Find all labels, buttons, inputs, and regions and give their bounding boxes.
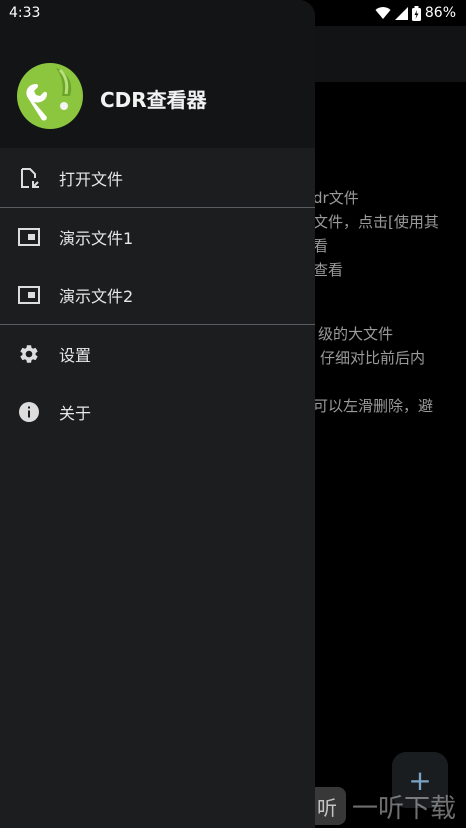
nav-item-label: 关于 <box>59 404 92 423</box>
watermark: 听 一听下载 <box>308 784 456 828</box>
wifi-icon <box>375 7 391 20</box>
gear-icon <box>17 342 41 366</box>
slideshow-icon <box>17 283 41 307</box>
background-text-line: 看 <box>313 237 329 255</box>
nav-item-label: 演示文件1 <box>59 229 134 248</box>
background-text-line: 级的大文件 <box>318 325 394 343</box>
nav-item-label: 演示文件2 <box>59 287 134 306</box>
cell-signal-icon <box>394 6 408 20</box>
nav-item-demo-file-2[interactable]: 演示文件2 <box>0 267 315 323</box>
nav-item-demo-file-1[interactable]: 演示文件1 <box>0 209 315 265</box>
nav-item-settings[interactable]: 设置 <box>0 326 315 382</box>
slideshow-icon <box>17 225 41 249</box>
navigation-drawer: CDR查看器 打开文件 演示文件1 演示文件2 设置 关于 <box>0 0 315 828</box>
background-text-line: 可以左滑删除，避 <box>313 397 434 415</box>
battery-percent: 86% <box>424 5 456 21</box>
info-icon <box>17 400 41 424</box>
watermark-text: 一听下载 <box>352 793 457 824</box>
open-file-icon <box>17 166 41 190</box>
app-logo-icon <box>17 63 83 129</box>
battery-icon <box>411 5 421 21</box>
background-text-line: 文件，点击[使用其 <box>313 213 439 231</box>
status-indicators: 86% <box>375 5 456 21</box>
nav-item-label: 打开文件 <box>59 170 124 189</box>
background-text-line: dr文件 <box>313 189 359 207</box>
nav-item-label: 设置 <box>59 346 92 365</box>
background-text-line: 查看 <box>313 261 344 279</box>
divider <box>0 207 315 208</box>
nav-item-open-file[interactable]: 打开文件 <box>0 150 315 206</box>
nav-item-about[interactable]: 关于 <box>0 384 315 440</box>
divider <box>0 324 315 325</box>
app-title: CDR查看器 <box>100 88 207 112</box>
status-time: 4:33 <box>9 5 41 21</box>
status-bar: 4:33 86% <box>0 0 466 26</box>
background-text-line: 仔细对比前后内 <box>320 349 426 367</box>
